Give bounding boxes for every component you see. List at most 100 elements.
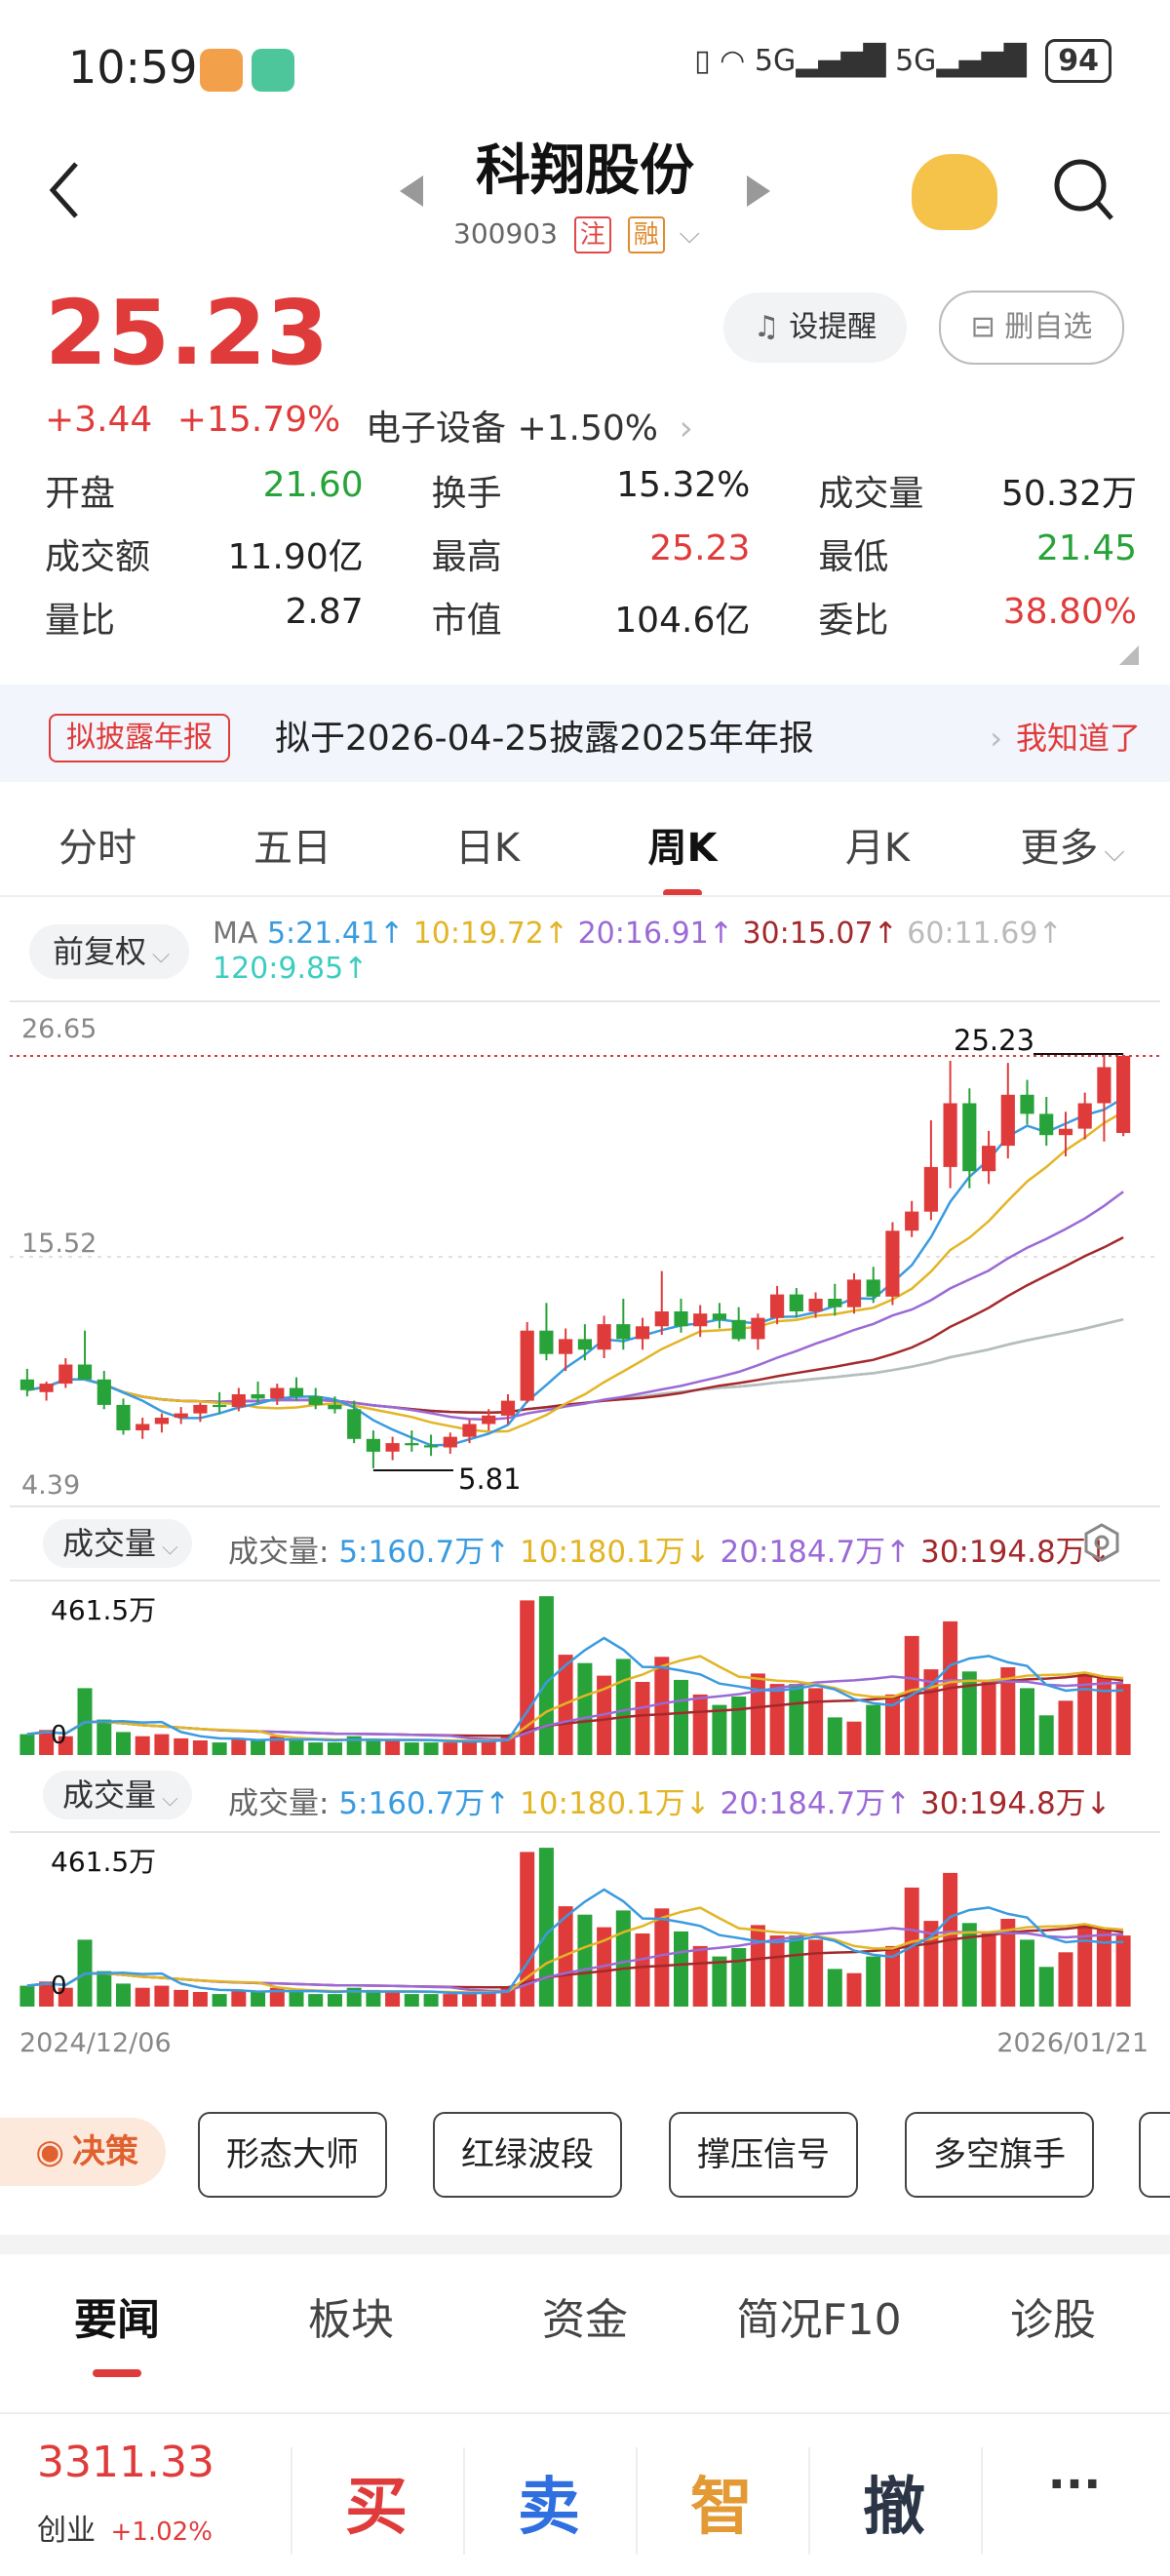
remove-watchlist-button[interactable]: ⊟ 删自选 bbox=[939, 291, 1124, 365]
candle-body bbox=[751, 1317, 765, 1340]
volume-bar bbox=[116, 1983, 131, 2007]
candle-body bbox=[97, 1379, 111, 1405]
signal-icon: ▂▄▆█ bbox=[796, 44, 886, 78]
volume-bar bbox=[174, 1989, 189, 2007]
adjust-selector[interactable]: 前复权 ⌵ bbox=[29, 924, 190, 979]
tab-funds[interactable]: 资金 bbox=[468, 2272, 702, 2369]
stat-value: 21.45 bbox=[1035, 527, 1138, 568]
strategy-more-button[interactable] bbox=[1139, 2112, 1170, 2198]
date-start: 2024/12/06 bbox=[20, 2028, 172, 2058]
tab-five-day[interactable]: 五日 bbox=[195, 800, 390, 897]
sector-label: 电子设备 +1.50% bbox=[366, 409, 658, 449]
volume-bar bbox=[20, 1734, 35, 1755]
volume-selector-label: 成交量 bbox=[62, 1525, 157, 1562]
volume-bar bbox=[846, 1721, 862, 1755]
volume-bar bbox=[328, 1742, 342, 1755]
chart-period-tabs: 分时 五日 日K 周K 月K 更多 ⌵ bbox=[0, 800, 1170, 897]
candle-body bbox=[20, 1379, 34, 1390]
smart-button[interactable]: 智 bbox=[634, 2457, 809, 2547]
candle-body bbox=[328, 1404, 342, 1410]
candle-body bbox=[193, 1404, 208, 1414]
tab-intraday[interactable]: 分时 bbox=[0, 800, 195, 897]
mascot-icon[interactable] bbox=[912, 154, 997, 230]
volume-bar bbox=[1115, 1684, 1131, 1755]
change-percent: +15.79% bbox=[176, 400, 341, 440]
more-button[interactable]: ··· bbox=[987, 2457, 1162, 2512]
volume-bar bbox=[116, 1732, 131, 1755]
ma30-line bbox=[26, 1235, 1124, 1415]
volume-bar bbox=[538, 1848, 554, 2007]
stat-key: 成交额 bbox=[45, 536, 151, 577]
strategy-button[interactable]: 红绿波段 bbox=[433, 2112, 622, 2198]
candle-body bbox=[943, 1103, 957, 1167]
candle-body bbox=[347, 1409, 362, 1439]
bell-icon: ♫ bbox=[753, 310, 780, 344]
kline-chart[interactable] bbox=[0, 999, 1170, 1516]
notice-text: 拟于2026-04-25披露2025年年报 bbox=[275, 719, 814, 759]
y-axis-top: 26.65 bbox=[21, 1014, 98, 1044]
volume-bar bbox=[154, 1734, 170, 1755]
tab-more[interactable]: 更多 ⌵ bbox=[975, 800, 1170, 897]
volume-bar bbox=[654, 1908, 670, 2007]
tab-monthly-k[interactable]: 月K bbox=[780, 800, 975, 897]
volume-bar bbox=[308, 1742, 324, 1755]
strategy-button[interactable]: 撑压信号 bbox=[669, 2112, 858, 2198]
stat-key: 换手 bbox=[431, 473, 502, 514]
candle-body bbox=[251, 1394, 265, 1399]
volume-bar bbox=[635, 1682, 650, 1755]
y-axis-mid: 15.52 bbox=[21, 1229, 98, 1259]
candle-body bbox=[712, 1313, 726, 1320]
strategy-button[interactable]: 多空旗手 bbox=[905, 2112, 1094, 2198]
expand-corner-icon[interactable] bbox=[1119, 645, 1139, 669]
cancel-order-button[interactable]: 撤 bbox=[806, 2457, 982, 2547]
volume-bar bbox=[769, 1935, 785, 2007]
tab-profile-f10[interactable]: 简况F10 bbox=[702, 2272, 936, 2369]
app-notification-icon bbox=[200, 49, 243, 92]
volume-bar bbox=[712, 1704, 727, 1755]
stat-row: 成交额 11.90亿 最高 25.23 最低 21.45 bbox=[45, 522, 1137, 585]
tab-sector[interactable]: 板块 bbox=[234, 2272, 468, 2369]
tab-diagnose[interactable]: 诊股 bbox=[936, 2272, 1170, 2369]
volume-chart[interactable] bbox=[0, 1580, 1170, 1760]
volume-bar bbox=[827, 1717, 842, 1755]
candle-body bbox=[770, 1294, 785, 1318]
section-gap bbox=[0, 2235, 1170, 2254]
dismiss-notice-button[interactable]: › 我知道了 bbox=[990, 714, 1141, 759]
candle-body bbox=[308, 1396, 323, 1405]
volume-selector[interactable]: 成交量 ⌵ bbox=[43, 1519, 192, 1568]
volume-bar bbox=[1038, 1967, 1054, 2007]
stat-row: 开盘 21.60 换手 15.32% 成交量 50.32万 bbox=[45, 458, 1137, 522]
candle-body bbox=[577, 1339, 592, 1350]
ma120-value: 120:9.85↑ bbox=[213, 952, 369, 986]
tab-more-label: 更多 bbox=[1020, 826, 1099, 871]
volume-selector[interactable]: 成交量 ⌵ bbox=[43, 1771, 192, 1819]
tab-news[interactable]: 要闻 bbox=[0, 2272, 234, 2377]
stat-cell: 成交额 11.90亿 bbox=[45, 528, 364, 579]
search-icon[interactable] bbox=[1051, 156, 1115, 228]
volume-chart[interactable] bbox=[0, 1831, 1170, 2011]
tab-weekly-k[interactable]: 周K bbox=[585, 800, 780, 897]
volume-label: 成交量: bbox=[228, 1786, 330, 1821]
set-alert-button[interactable]: ♫ 设提醒 bbox=[723, 293, 907, 363]
news-tabs: 要闻 板块 资金 简况F10 诊股 bbox=[0, 2272, 1170, 2377]
volume-bar bbox=[231, 1737, 247, 1755]
tab-daily-k[interactable]: 日K bbox=[390, 800, 585, 897]
strategy-button[interactable]: 形态大师 bbox=[198, 2112, 387, 2198]
sector-link[interactable]: 电子设备 +1.50% › bbox=[366, 400, 693, 450]
volume-bar bbox=[212, 1742, 227, 1755]
stat-cell: 最高 25.23 bbox=[432, 528, 751, 579]
vol30-value: 30:194.8万↓ bbox=[920, 1786, 1112, 1821]
settings-icon[interactable] bbox=[1082, 1523, 1121, 1566]
index-value[interactable]: 3311.33 bbox=[37, 2438, 214, 2487]
volume-bar bbox=[20, 1985, 35, 2007]
buy-button[interactable]: 买 bbox=[289, 2457, 464, 2547]
divider bbox=[981, 2447, 983, 2555]
stat-key: 市值 bbox=[431, 600, 502, 641]
stock-code-row[interactable]: 300903 注 融 ⌵ bbox=[453, 216, 700, 254]
stat-cell: 市值 104.6亿 bbox=[432, 592, 751, 643]
candle-body bbox=[366, 1438, 380, 1452]
sell-button[interactable]: 卖 bbox=[461, 2457, 637, 2547]
decision-badge[interactable]: ◉ 决策 bbox=[0, 2118, 166, 2186]
remove-watchlist-label: 删自选 bbox=[1004, 310, 1093, 344]
candle-body bbox=[616, 1324, 631, 1340]
